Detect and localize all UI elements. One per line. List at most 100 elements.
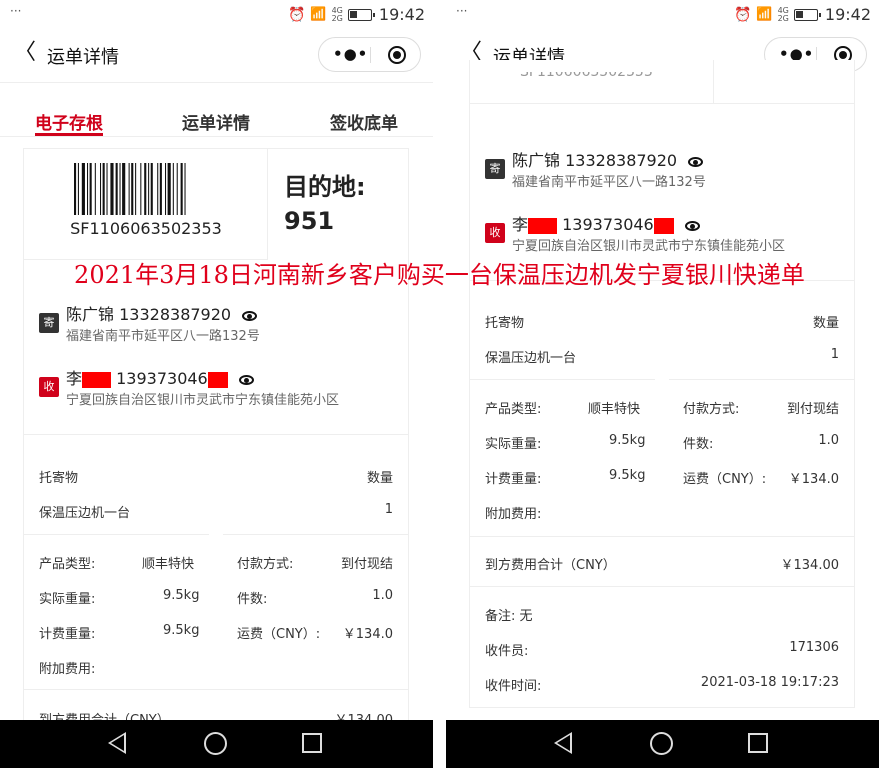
waybill-number: SF1106063502353 bbox=[70, 219, 222, 238]
nav-back-icon[interactable] bbox=[108, 732, 126, 754]
status-bar: ··· ⏰ 📶 4G 2G 19:42 bbox=[0, 0, 433, 30]
freight-label: 运费（CNY）: bbox=[683, 472, 767, 487]
sender-address: 福建省南平市延平区八一路132号 bbox=[66, 329, 260, 344]
sender-phone: 13328387920 bbox=[565, 151, 678, 170]
receiver-name: 李 bbox=[512, 215, 529, 234]
back-icon[interactable]: 〈 bbox=[14, 42, 36, 64]
item-name: 保温压边机一台 bbox=[485, 351, 577, 366]
pieces-label: 件数: bbox=[683, 437, 714, 452]
android-nav-bar bbox=[0, 720, 433, 768]
sender-tag: 寄 bbox=[39, 313, 59, 333]
eye-icon[interactable] bbox=[238, 374, 254, 385]
items-header-qty: 数量 bbox=[812, 316, 839, 331]
remarks-note: 备注: 无 bbox=[485, 609, 533, 624]
billing-weight-label: 计费重量: bbox=[39, 627, 96, 642]
battery-icon bbox=[793, 8, 821, 21]
destination-code: 951 bbox=[284, 207, 335, 235]
alarm-icon: ⏰ bbox=[287, 6, 306, 23]
left-phone-screen: ··· ⏰ 📶 4G 2G 19:42 〈 运单详情 •●• 电子存根 运单详情 … bbox=[0, 0, 433, 768]
item-qty: 1 bbox=[384, 502, 393, 517]
mini-program-capsule: •●• bbox=[318, 37, 421, 72]
actual-weight-label: 实际重量: bbox=[485, 437, 542, 452]
nav-home-icon[interactable] bbox=[204, 732, 227, 755]
battery-icon bbox=[347, 8, 375, 21]
pickup-time-value: 2021-03-18 19:17:23 bbox=[700, 675, 839, 690]
tab-waybill-detail[interactable]: 运单详情 bbox=[182, 109, 250, 134]
actual-weight-value: 9.5kg bbox=[609, 433, 646, 448]
courier-value: 171306 bbox=[789, 640, 839, 655]
billing-weight-value: 9.5kg bbox=[609, 468, 646, 483]
eye-icon[interactable] bbox=[684, 220, 700, 231]
payment-label: 付款方式: bbox=[237, 557, 294, 572]
barcode-box: SF1106063502353 bbox=[24, 149, 268, 259]
billing-weight-value: 9.5kg bbox=[163, 623, 200, 638]
billing-weight-label: 计费重量: bbox=[485, 472, 542, 487]
destination-label: 目的地: bbox=[284, 173, 366, 201]
nav-bar: 〈 运单详情 •●• bbox=[0, 32, 433, 78]
pieces-label: 件数: bbox=[237, 592, 268, 607]
redaction-mark bbox=[82, 371, 112, 388]
pieces-value: 1.0 bbox=[372, 588, 393, 603]
payment-value: 到付现结 bbox=[786, 402, 839, 417]
product-type-label: 产品类型: bbox=[485, 402, 542, 417]
nav-back-icon[interactable] bbox=[554, 732, 572, 754]
items-header-label: 托寄物 bbox=[39, 471, 79, 486]
wifi-icon: 📶 bbox=[756, 7, 773, 22]
redaction-mark bbox=[653, 217, 674, 234]
total-value: ￥134.00 bbox=[780, 558, 840, 573]
nav-home-icon[interactable] bbox=[650, 732, 673, 755]
sender-phone: 13328387920 bbox=[119, 305, 232, 324]
wifi-icon: 📶 bbox=[310, 7, 327, 22]
receiver-tag: 收 bbox=[485, 223, 505, 243]
receiver-phone: 139373046 bbox=[562, 215, 654, 234]
receiver-address: 宁夏回族自治区银川市灵武市宁东镇佳能苑小区 bbox=[66, 393, 340, 408]
signal-icon: 4G 2G bbox=[777, 5, 789, 23]
actual-weight-label: 实际重量: bbox=[39, 592, 96, 607]
sender-tag: 寄 bbox=[485, 159, 505, 179]
product-type-label: 产品类型: bbox=[39, 557, 96, 572]
tab-bar: 电子存根 运单详情 签收底单 bbox=[0, 82, 433, 137]
payment-value: 到付现结 bbox=[340, 557, 393, 572]
waybill-card-scrolled: SF1106063502353 寄 陈广锦 13328387920 福建省南平市… bbox=[469, 60, 855, 708]
extra-fee-label: 附加费用: bbox=[485, 507, 542, 522]
receiver-phone: 139373046 bbox=[116, 369, 208, 388]
status-dots: ··· bbox=[10, 4, 22, 18]
sender-name: 陈广锦 bbox=[512, 151, 561, 170]
item-qty: 1 bbox=[830, 347, 839, 362]
barcode-icon bbox=[74, 163, 186, 215]
page-title: 运单详情 bbox=[47, 47, 119, 68]
nav-recent-icon[interactable] bbox=[302, 733, 322, 753]
items-header-qty: 数量 bbox=[366, 471, 393, 486]
overlay-caption: 2021年3月18日河南新乡客户购买一台保温压边机发宁夏银川快递单 bbox=[74, 261, 805, 289]
total-label: 到方费用合计（CNY） bbox=[485, 558, 616, 573]
item-name: 保温压边机一台 bbox=[39, 506, 131, 521]
receiver-tag: 收 bbox=[39, 377, 59, 397]
status-time: 19:42 bbox=[378, 5, 425, 24]
android-nav-bar bbox=[446, 720, 879, 768]
more-icon[interactable]: •●• bbox=[333, 45, 368, 63]
receiver-name: 李 bbox=[66, 369, 83, 388]
scrolled-waybill-number: SF1106063502353 bbox=[520, 64, 653, 80]
status-bar: ··· ⏰ 📶 4G 2G 19:42 bbox=[446, 0, 879, 30]
status-dots: ··· bbox=[456, 4, 468, 18]
eye-icon[interactable] bbox=[242, 310, 258, 321]
right-phone-screen: ··· ⏰ 📶 4G 2G 19:42 〈 运单详情 •●• SF11060635… bbox=[446, 0, 879, 768]
active-tab-underline bbox=[35, 133, 103, 136]
freight-label: 运费（CNY）: bbox=[237, 627, 321, 642]
receiver-address: 宁夏回族自治区银川市灵武市宁东镇佳能苑小区 bbox=[512, 239, 786, 254]
tab-e-stub[interactable]: 电子存根 bbox=[35, 109, 103, 134]
nav-recent-icon[interactable] bbox=[748, 733, 768, 753]
waybill-card: SF1106063502353 目的地: 951 寄 陈广锦 133283879… bbox=[23, 148, 409, 728]
status-time: 19:42 bbox=[824, 5, 871, 24]
payment-label: 付款方式: bbox=[683, 402, 740, 417]
actual-weight-value: 9.5kg bbox=[163, 588, 200, 603]
eye-icon[interactable] bbox=[688, 156, 704, 167]
product-type-value: 顺丰特快 bbox=[588, 402, 641, 417]
extra-fee-label: 附加费用: bbox=[39, 662, 96, 677]
tab-signed-receipt[interactable]: 签收底单 bbox=[330, 109, 398, 134]
sender-name: 陈广锦 bbox=[66, 305, 115, 324]
close-target-icon[interactable] bbox=[388, 46, 406, 64]
signal-icon: 4G 2G bbox=[331, 5, 343, 23]
freight-value: ￥134.0 bbox=[788, 472, 839, 487]
product-type-value: 顺丰特快 bbox=[142, 557, 195, 572]
